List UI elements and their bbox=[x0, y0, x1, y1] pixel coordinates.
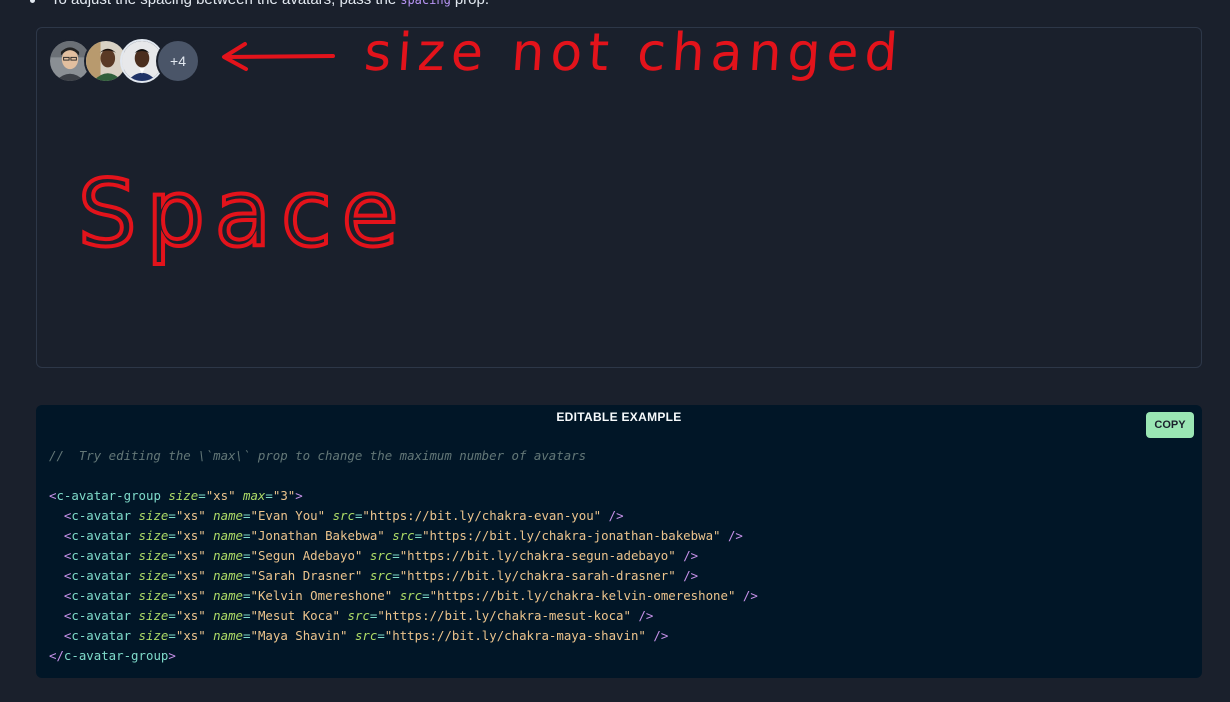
code-group-max: "3" bbox=[272, 488, 296, 503]
code-avatar-line: <c-avatar size="xs" name="Sarah Drasner"… bbox=[63, 568, 699, 583]
code-avatar-line: <c-avatar size="xs" name="Mesut Koca" sr… bbox=[63, 608, 654, 623]
code-avatar-line: <c-avatar size="xs" name="Jonathan Bakeb… bbox=[63, 528, 743, 543]
code-item-src: "https://bit.ly/chakra-mesut-koca" bbox=[377, 608, 631, 623]
code-item-name: "Kelvin Omereshone" bbox=[250, 588, 393, 603]
code-item-tag: c-avatar bbox=[71, 608, 132, 623]
preview-box: +4 bbox=[36, 27, 1202, 368]
code-header: EDITABLE EXAMPLE bbox=[556, 410, 682, 424]
intro-after: prop. bbox=[455, 0, 489, 8]
code-avatar-line: <c-avatar size="xs" name="Maya Shavin" s… bbox=[63, 628, 669, 643]
avatar-group: +4 bbox=[48, 39, 200, 83]
code-item-tag: c-avatar bbox=[71, 508, 132, 523]
code-item-name: "Maya Shavin" bbox=[250, 628, 348, 643]
code-item-name: "Jonathan Bakebwa" bbox=[250, 528, 385, 543]
code-item-tag: c-avatar bbox=[71, 568, 132, 583]
code-content[interactable]: // Try editing the \`max\` prop to chang… bbox=[49, 446, 758, 666]
list-bullet bbox=[30, 0, 35, 3]
code-item-size: "xs" bbox=[175, 608, 206, 623]
avatar-more-count: +4 bbox=[156, 39, 200, 83]
code-item-name: "Segun Adebayo" bbox=[250, 548, 363, 563]
code-item-tag: c-avatar bbox=[71, 548, 132, 563]
code-item-size: "xs" bbox=[175, 588, 206, 603]
code-avatar-line: <c-avatar size="xs" name="Evan You" src=… bbox=[63, 508, 624, 523]
code-item-tag: c-avatar bbox=[71, 588, 132, 603]
code-item-src: "https://bit.ly/chakra-evan-you" bbox=[362, 508, 602, 523]
code-avatar-line: <c-avatar size="xs" name="Kelvin Omeresh… bbox=[63, 588, 758, 603]
intro-before: To adjust the spacing between the avatar… bbox=[51, 0, 396, 8]
code-item-src: "https://bit.ly/chakra-segun-adebayo" bbox=[399, 548, 676, 563]
code-item-size: "xs" bbox=[175, 528, 206, 543]
copy-button[interactable]: COPY bbox=[1146, 412, 1194, 438]
code-item-src: "https://bit.ly/chakra-sarah-drasner" bbox=[399, 568, 676, 583]
code-item-name: "Evan You" bbox=[250, 508, 326, 523]
code-item-tag: c-avatar bbox=[71, 528, 132, 543]
code-item-tag: c-avatar bbox=[71, 628, 132, 643]
code-item-name: "Mesut Koca" bbox=[250, 608, 341, 623]
code-item-size: "xs" bbox=[175, 568, 206, 583]
code-item-src: "https://bit.ly/chakra-kelvin-omereshone… bbox=[429, 588, 736, 603]
code-item-src: "https://bit.ly/chakra-maya-shavin" bbox=[384, 628, 646, 643]
code-group-tag: c-avatar-group bbox=[56, 488, 161, 503]
code-item-name: "Sarah Drasner" bbox=[250, 568, 363, 583]
code-item-size: "xs" bbox=[175, 508, 206, 523]
spacing-code: spacing bbox=[400, 0, 451, 7]
code-avatar-line: <c-avatar size="xs" name="Segun Adebayo"… bbox=[63, 548, 699, 563]
code-comment: // Try editing the \`max\` prop to chang… bbox=[49, 448, 587, 463]
intro-text: To adjust the spacing between the avatar… bbox=[30, 0, 489, 8]
code-item-src: "https://bit.ly/chakra-jonathan-bakebwa" bbox=[422, 528, 721, 543]
code-item-size: "xs" bbox=[175, 548, 206, 563]
code-item-size: "xs" bbox=[175, 628, 206, 643]
code-group-size: "xs" bbox=[205, 488, 236, 503]
code-editor[interactable]: EDITABLE EXAMPLE COPY // Try editing the… bbox=[36, 405, 1202, 678]
